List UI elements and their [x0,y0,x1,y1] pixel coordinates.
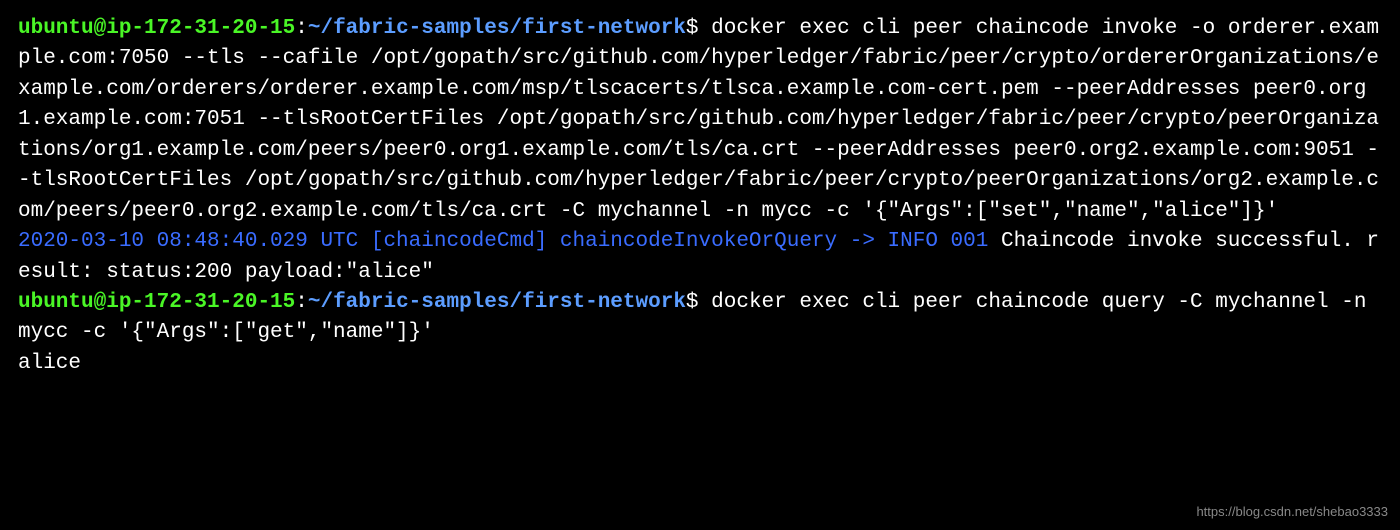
prompt-user-host: ubuntu@ip-172-31-20-15 [18,17,295,40]
prompt-symbol: $ [686,291,699,314]
prompt-separator: : [295,17,308,40]
prompt-symbol: $ [686,17,699,40]
prompt-working-directory: ~/fabric-samples/first-network [308,291,686,314]
prompt-working-directory: ~/fabric-samples/first-network [308,17,686,40]
prompt-separator: : [295,291,308,314]
watermark-text: https://blog.csdn.net/shebao3333 [1196,503,1388,522]
command-text: docker exec cli peer chaincode invoke -o… [18,17,1379,223]
prompt-user-host: ubuntu@ip-172-31-20-15 [18,291,295,314]
log-info-prefix: 2020-03-10 08:48:40.029 UTC [chaincodeCm… [18,230,988,253]
terminal-output[interactable]: ubuntu@ip-172-31-20-15:~/fabric-samples/… [18,14,1382,379]
command-output: alice [18,352,81,375]
